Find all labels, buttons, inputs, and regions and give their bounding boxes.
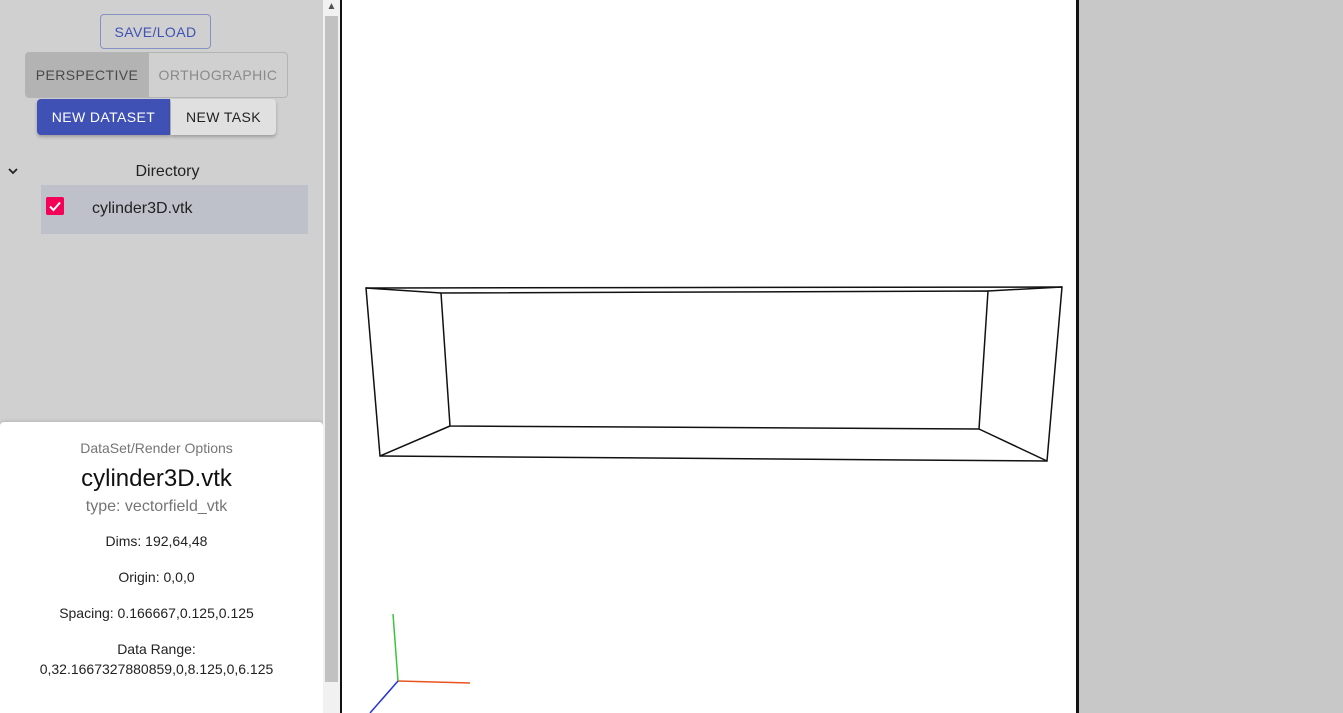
dataset-origin: Origin: 0,0,0 xyxy=(118,569,195,585)
dataset-options-panel: DataSet/Render Options cylinder3D.vtk ty… xyxy=(0,422,323,713)
x-axis-line xyxy=(397,680,471,684)
save-load-button[interactable]: SAVE/LOAD xyxy=(100,14,211,49)
scrollbar-thumb[interactable] xyxy=(325,16,338,682)
z-axis-line xyxy=(369,680,399,713)
scroll-up-arrow-icon[interactable]: ▲ xyxy=(323,0,340,14)
dataset-spacing: Spacing: 0.166667,0.125,0.125 xyxy=(59,605,254,621)
dataset-name: cylinder3D.vtk xyxy=(81,465,232,492)
new-dataset-button[interactable]: NEW DATASET xyxy=(37,99,170,135)
data-range-label: Data Range: xyxy=(117,641,196,657)
new-task-button[interactable]: NEW TASK xyxy=(171,99,276,135)
checkbox-checked-icon[interactable] xyxy=(46,197,64,215)
sidebar: SAVE/LOAD PERSPECTIVE ORTHOGRAPHIC NEW D… xyxy=(0,0,323,713)
data-range-value: 0,32.1667327880859,0,8.125,0,6.125 xyxy=(39,661,274,677)
camera-mode-toggle-group: PERSPECTIVE ORTHOGRAPHIC xyxy=(25,52,288,98)
directory-item-label: cylinder3D.vtk xyxy=(92,200,193,217)
dataset-dims: Dims: 192,64,48 xyxy=(105,533,208,549)
bounding-box-outline xyxy=(365,286,1063,713)
y-axis-line xyxy=(392,613,399,682)
dataset-type: type: vectorfield_vtk xyxy=(85,498,228,515)
perspective-toggle[interactable]: PERSPECTIVE xyxy=(26,53,149,97)
sidebar-scrollbar[interactable]: ▲ xyxy=(323,0,340,713)
orthographic-toggle[interactable]: ORTHOGRAPHIC xyxy=(149,53,287,97)
directory-title: Directory xyxy=(135,163,200,180)
orientation-axes xyxy=(369,613,471,713)
render-viewport[interactable] xyxy=(340,0,1079,713)
options-heading: DataSet/Render Options xyxy=(80,440,233,456)
